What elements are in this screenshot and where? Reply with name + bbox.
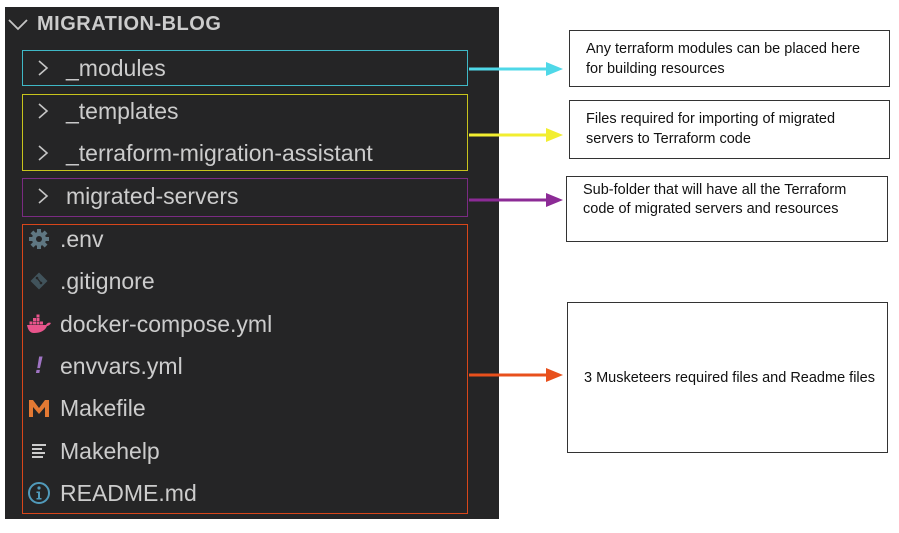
arrow-root-files — [469, 368, 563, 382]
arrow-modules — [469, 62, 563, 76]
callout-text: 3 Musketeers required files and Readme f… — [584, 369, 875, 386]
callout-text: Sub-folder that will have all the Terraf… — [583, 182, 847, 217]
arrow-templates-assistant — [469, 128, 563, 142]
callout-text: Files required for importing of migrated… — [586, 111, 836, 147]
callout-templates-assistant: Files required for importing of migrated… — [569, 100, 890, 159]
callout-migrated-servers: Sub-folder that will have all the Terraf… — [566, 176, 888, 242]
callout-root-files: 3 Musketeers required files and Readme f… — [567, 302, 888, 453]
arrow-migrated-servers — [469, 193, 563, 207]
callout-text: Any terraform modules can be placed here… — [586, 41, 861, 77]
callout-modules: Any terraform modules can be placed here… — [569, 30, 890, 87]
